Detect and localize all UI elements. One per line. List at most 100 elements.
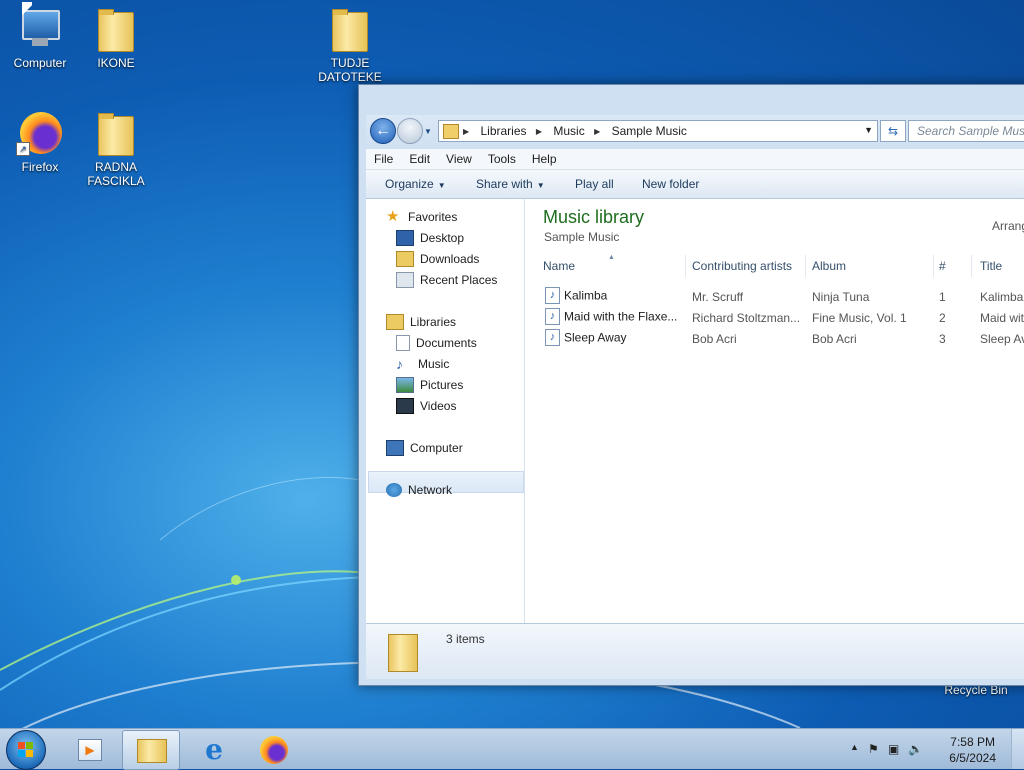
nav-documents[interactable]: Documents (396, 333, 477, 353)
folder-icon (137, 739, 167, 763)
breadcrumb-sample-music[interactable]: Sample Music (612, 124, 687, 138)
recent-places-icon (396, 271, 414, 288)
explorer-window: ← ▼ ▶ Libraries ▶ Music ▶ Sample Music ▼… (358, 84, 1024, 686)
taskbar-media-player[interactable]: ▶ (62, 730, 118, 768)
show-desktop-button[interactable] (1011, 729, 1024, 769)
show-hidden-icons-icon[interactable]: ▲ (850, 742, 859, 752)
desktop-icon-radna-fascikla[interactable]: RADNA FASCIKLA (76, 112, 156, 188)
network-icon (386, 482, 402, 497)
nav-desktop[interactable]: Desktop (396, 228, 464, 248)
breadcrumb-arrow-icon: ▶ (535, 127, 543, 136)
folder-icon (443, 124, 459, 139)
address-row: ← ▼ ▶ Libraries ▶ Music ▶ Sample Music ▼… (366, 115, 1024, 149)
internet-explorer-icon: e (205, 733, 223, 766)
nav-pictures[interactable]: Pictures (396, 375, 463, 395)
nav-computer[interactable]: Computer (386, 438, 463, 458)
nav-recent-places[interactable]: Recent Places (396, 270, 497, 290)
folder-icon (332, 9, 368, 52)
chevron-down-icon: ▼ (536, 181, 545, 190)
pictures-icon (396, 376, 414, 393)
recent-pages-dropdown-icon[interactable]: ▼ (424, 127, 432, 136)
breadcrumb-arrow-icon: ▶ (463, 127, 470, 136)
back-button[interactable]: ← (370, 118, 396, 144)
nav-network[interactable]: Network (386, 480, 452, 500)
library-title: Music library (543, 207, 645, 227)
desktop-icon-tudje-datoteke[interactable]: TUDJE DATOTEKE (310, 8, 390, 84)
desktop-icon-firefox[interactable]: ↗ Firefox (0, 112, 80, 174)
clock[interactable]: 7:58 PM 6/5/2024 (949, 734, 996, 766)
nav-downloads[interactable]: Downloads (396, 249, 479, 269)
desktop-icon-ikone[interactable]: IKONE (76, 8, 156, 70)
breadcrumb-libraries[interactable]: Libraries (481, 124, 527, 138)
music-file-icon: ♪ (545, 329, 560, 346)
menu-tools[interactable]: Tools (480, 149, 524, 166)
volume-muted-icon[interactable]: 🔈 (908, 742, 923, 756)
star-icon: ★ (386, 207, 400, 225)
address-dropdown-icon[interactable]: ▼ (864, 125, 873, 135)
taskbar-internet-explorer[interactable]: e (186, 730, 242, 768)
forward-button[interactable] (397, 118, 423, 144)
file-list-pane: Music library Sample Music Arrang ▲ Name… (525, 199, 1024, 623)
folder-icon (98, 113, 134, 156)
address-bar[interactable]: ▶ Libraries ▶ Music ▶ Sample Music ▼ (438, 120, 878, 142)
column-header-name[interactable]: Name (543, 259, 575, 273)
column-divider[interactable] (685, 255, 686, 277)
explorer-body: ← ▼ ▶ Libraries ▶ Music ▶ Sample Music ▼… (366, 115, 1024, 679)
folder-icon (98, 9, 134, 52)
nav-libraries[interactable]: Libraries (386, 312, 456, 332)
music-file-icon: ♪ (545, 308, 560, 325)
folder-icon (388, 634, 418, 672)
details-pane: 3 items (366, 623, 1024, 679)
libraries-icon (386, 313, 404, 330)
menu-edit[interactable]: Edit (401, 149, 438, 166)
system-tray: ▲ ⚑ ▣ 🔈 7:58 PM 6/5/2024 (844, 729, 1024, 769)
desktop-icon-computer[interactable]: Computer (0, 8, 80, 70)
computer-icon (386, 439, 404, 456)
menu-file[interactable]: File (366, 149, 401, 166)
action-center-flag-icon[interactable]: ⚑ (868, 742, 879, 756)
sort-ascending-icon: ▲ (608, 254, 615, 261)
music-note-icon: ♪ (396, 355, 403, 372)
nav-videos[interactable]: Videos (396, 396, 456, 416)
column-header-title[interactable]: Title (980, 259, 1002, 273)
new-folder-button[interactable]: New folder (642, 177, 699, 191)
windows-logo-icon (18, 742, 34, 758)
search-placeholder: Search Sample Music (917, 124, 1024, 138)
taskbar-firefox[interactable] (246, 730, 302, 768)
nav-favorites[interactable]: ★ Favorites (386, 207, 457, 227)
column-divider[interactable] (933, 255, 934, 277)
menu-help[interactable]: Help (524, 149, 565, 166)
column-divider[interactable] (805, 255, 806, 277)
column-header-album[interactable]: Album (812, 259, 846, 273)
column-divider[interactable] (971, 255, 972, 277)
taskbar-explorer[interactable] (122, 730, 180, 770)
share-with-button[interactable]: Share with ▼ (476, 177, 545, 191)
refresh-button[interactable]: ⇆ (880, 120, 906, 142)
media-player-icon: ▶ (78, 739, 102, 761)
clock-date: 6/5/2024 (949, 751, 996, 765)
firefox-icon (260, 736, 288, 764)
search-input[interactable]: Search Sample Music (908, 120, 1024, 142)
navigation-pane: ★ Favorites Desktop Downloads Recent Plac… (366, 199, 525, 623)
play-all-button[interactable]: Play all (575, 177, 614, 191)
item-count: 3 items (446, 632, 485, 646)
start-button[interactable] (6, 730, 46, 770)
breadcrumb-music[interactable]: Music (553, 124, 584, 138)
menu-view[interactable]: View (438, 149, 480, 166)
videos-icon (396, 397, 414, 414)
music-file-icon: ♪ (545, 287, 560, 304)
downloads-folder-icon (396, 250, 414, 267)
network-icon[interactable]: ▣ (888, 742, 899, 756)
mouse-cursor (22, 2, 32, 18)
column-header-contributing-artists[interactable]: Contributing artists (692, 259, 792, 273)
nav-music[interactable]: ♪ Music (396, 354, 449, 374)
arrange-by-button[interactable]: Arrang (992, 219, 1024, 233)
library-subtitle: Sample Music (544, 230, 620, 244)
breadcrumb-arrow-icon: ▶ (594, 127, 601, 136)
command-bar: Organize ▼ Share with ▼ Play all New folde… (366, 170, 1024, 199)
clock-time: 7:58 PM (950, 735, 995, 749)
chevron-down-icon: ▼ (437, 181, 446, 190)
column-header-number[interactable]: # (939, 259, 946, 273)
organize-button[interactable]: Organize ▼ (385, 177, 446, 191)
desktop-icon (396, 229, 414, 246)
